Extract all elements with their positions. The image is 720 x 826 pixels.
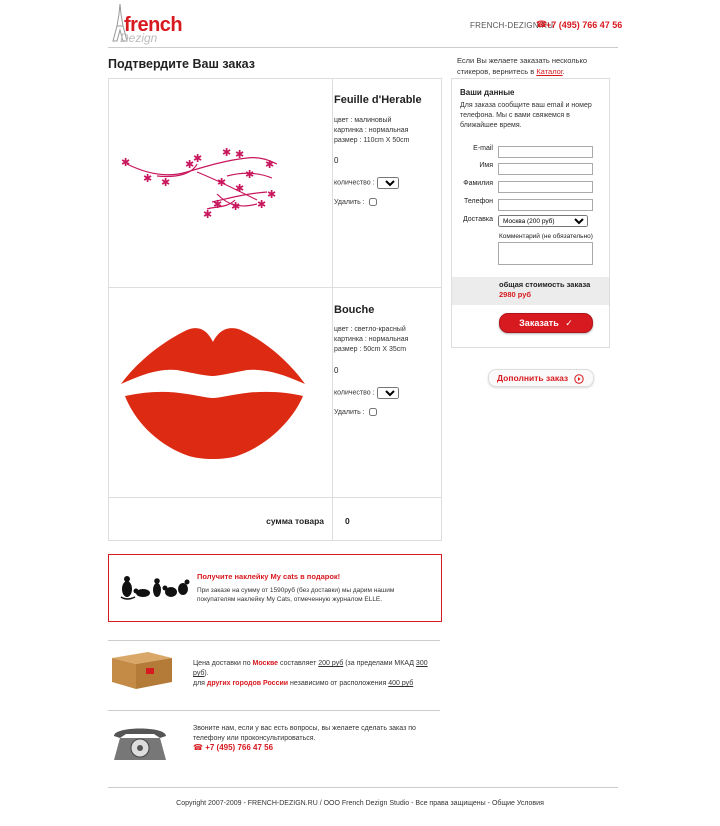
svg-text:✱: ✱ — [217, 176, 226, 189]
svg-text:✱: ✱ — [231, 200, 240, 213]
moscow-link[interactable]: Москве — [253, 660, 279, 667]
product-detail-size: размер : 110cm X 50cm — [334, 137, 410, 144]
svg-text:✱: ✱ — [265, 158, 274, 171]
product-detail-size: размер : 50cm X 35cm — [334, 346, 407, 353]
logo-sub: Dezign — [120, 31, 158, 45]
order-button[interactable]: Заказать ✓ — [499, 313, 593, 333]
svg-text:✱: ✱ — [193, 152, 202, 165]
first-name-field[interactable] — [498, 163, 593, 175]
form-description: Для заказа сообщите ваш email и номер те… — [460, 102, 592, 129]
svg-text:✱: ✱ — [161, 176, 170, 189]
header-phone: +7 (495) 766 47 56 — [546, 20, 623, 30]
product-details: цвет : малиновый картинка : нормальная р… — [334, 116, 410, 146]
add-more-button[interactable]: Дополнить заказ — [488, 369, 594, 387]
comment-label: Комментарий (не обязательно) — [499, 233, 593, 240]
divider — [108, 640, 440, 641]
other-cities-link[interactable]: других городов России — [207, 680, 288, 687]
checkmark-icon: ✓ — [565, 318, 573, 328]
quantity-label: количество : — [334, 389, 375, 397]
delivery-info: Цена доставки по Москве составляет 200 р… — [193, 660, 428, 687]
phone-info-text: Звоните нам, если у вас есть вопросы, вы… — [193, 725, 416, 742]
product-detail-color: цвет : малиновый — [334, 117, 392, 124]
promo-box: Получите наклейку My cats в подарок! При… — [108, 554, 442, 622]
delete-checkbox[interactable] — [368, 197, 377, 206]
svg-text:✱: ✱ — [267, 188, 276, 201]
product-name: Feuille d'Herable — [334, 94, 422, 106]
sidebar-note: Если Вы желаете заказать несколько стике… — [457, 56, 588, 76]
lips-sticker-image — [121, 328, 305, 459]
phone-info-row: ☎ +7 (495) 766 47 56 — [193, 743, 273, 752]
cart-total-value: 0 — [345, 516, 350, 526]
cart-table: ✱ ✱ ✱ ✱ ✱ ✱ ✱ ✱ ✱ ✱ ✱ ✱ ✱ ✱ ✱ ✱ Feuille d'Herable … — [108, 78, 442, 541]
phone-label: Телефон — [463, 198, 493, 205]
form-total-band: общая стоимость заказа 2980 руб — [452, 277, 609, 305]
delete-label: Удалить : — [334, 409, 365, 416]
terms-link[interactable]: Общие Условия — [492, 800, 544, 807]
email-label: E-mail — [473, 145, 493, 152]
delete-row: Удалить : — [334, 407, 377, 416]
svg-text:✱: ✱ — [235, 182, 244, 195]
divider — [108, 710, 440, 711]
svg-text:✱: ✱ — [213, 198, 222, 211]
delivery-select[interactable]: Москва (200 руб) — [498, 215, 588, 227]
form-total-label: общая стоимость заказа — [499, 280, 591, 289]
last-name-field[interactable] — [498, 181, 593, 193]
form-total-value: 2980 руб — [499, 290, 532, 299]
product-detail-color: цвет : светло-красный — [334, 326, 406, 333]
box-icon — [112, 652, 172, 689]
product-price: 0 — [334, 156, 339, 165]
delivery-label: Доставка — [462, 216, 493, 223]
phone-icon: ☎ — [193, 743, 203, 752]
delete-label: Удалить : — [334, 199, 365, 206]
cats-icon — [120, 576, 190, 600]
order-form: Ваши данные Для заказа сообщите ваш emai… — [451, 78, 610, 348]
product-details: цвет : светло-красный картинка : нормаль… — [334, 325, 408, 355]
svg-text:✱: ✱ — [235, 148, 244, 161]
comment-textarea[interactable] — [498, 242, 593, 265]
promo-text: При заказе на сумму от 1590руб (без дост… — [197, 587, 395, 603]
promo-title: Получите наклейку My cats в подарок! — [197, 572, 341, 581]
catalog-link[interactable]: Каталог — [536, 67, 562, 76]
delete-row: Удалить : — [334, 197, 377, 206]
maple-leaf-sticker-image: ✱✱ ✱ ✱✱ ✱ ✱✱✱ ✱✱✱ ✱✱✱ ✱ — [121, 146, 278, 221]
svg-text:✱: ✱ — [203, 208, 212, 221]
first-name-label: Имя — [479, 162, 493, 169]
svg-text:✱: ✱ — [143, 172, 152, 185]
quantity-select[interactable]: 1 — [376, 177, 399, 189]
last-name-label: Фамилия — [463, 180, 493, 187]
product-name: Bouche — [334, 304, 375, 316]
email-field[interactable] — [498, 146, 593, 158]
svg-text:✱: ✱ — [245, 168, 254, 181]
footer-divider — [108, 787, 618, 788]
phone-info-number: +7 (495) 766 47 56 — [205, 743, 274, 752]
quantity-label: количество : — [334, 179, 375, 187]
quantity-select[interactable]: 1 — [376, 387, 399, 399]
cart-total-label: сумма товара — [266, 516, 324, 526]
form-title: Ваши данные — [460, 88, 515, 97]
arrow-circle-icon — [573, 374, 584, 384]
header-divider — [108, 47, 618, 48]
footer-site-link[interactable]: FRENCH-DEZIGN.RU — [248, 800, 318, 807]
product-price: 0 — [334, 366, 339, 375]
footer: Copyright 2007-2009 - FRENCH-DEZIGN.RU /… — [176, 800, 544, 807]
telephone-icon — [114, 728, 166, 760]
phone-field[interactable] — [498, 199, 593, 211]
svg-text:✱: ✱ — [121, 156, 130, 169]
quantity-row: количество : 1 — [334, 387, 399, 399]
svg-text:✱: ✱ — [222, 146, 231, 159]
product-detail-picture: картинка : нормальная — [334, 336, 409, 343]
delete-checkbox[interactable] — [368, 407, 377, 416]
product-detail-picture: картинка : нормальная — [334, 127, 409, 134]
svg-text:✱: ✱ — [257, 198, 266, 211]
logo[interactable]: french Dezign — [110, 4, 190, 45]
quantity-row: количество : 1 — [334, 177, 399, 189]
page-title: Подтвердите Ваш заказ — [108, 57, 255, 71]
